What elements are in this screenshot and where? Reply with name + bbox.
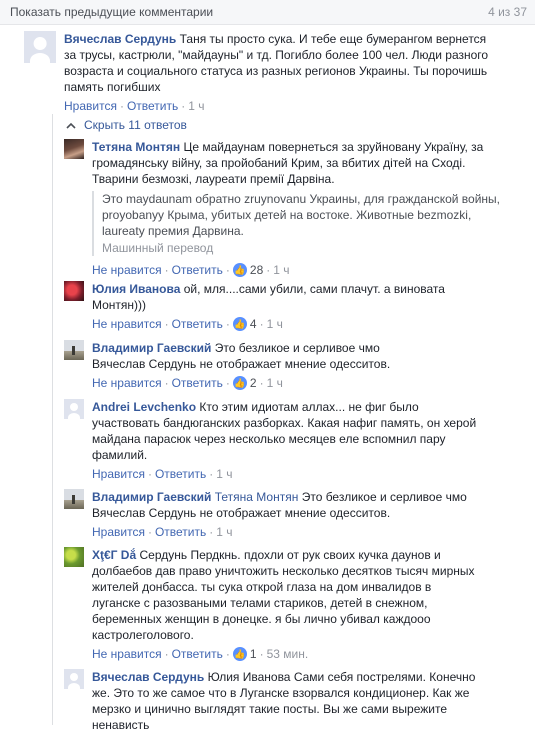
machine-translation-note: Машинный перевод [102,241,214,255]
comment-time[interactable]: 1 ч [216,466,232,482]
translated-text: Это maydaunam обратно zruynovanu Украины… [102,192,500,238]
reply-button[interactable]: Ответить [172,262,223,278]
comment-time[interactable]: 53 мин. [267,646,309,662]
comment-author[interactable]: Xţ€Г Dắ [92,548,136,562]
reply-comment: Xţ€Г Dắ Сердунь Пердкнь. пдохли от рук с… [64,547,524,662]
unlike-button[interactable]: Не нравится [92,316,162,332]
reactions-count[interactable]: 👍 4 [232,316,257,332]
unlike-button[interactable]: Не нравится [92,646,162,662]
comment-author[interactable]: Вячеслав Сердунь [92,670,204,684]
comment-time[interactable]: 1 ч [216,524,232,540]
comment-actions: Не нравится · Ответить · 👍 2 · 1 ч [92,375,283,391]
comment-author[interactable]: Вячеслав Сердунь [64,32,176,46]
reply-comment: Вячеслав Сердунь Юлия Иванова Сами себя … [64,669,524,733]
comment-actions: Не нравится · Ответить · 👍 1 · 53 мин. [92,646,309,662]
reply-button[interactable]: Ответить [155,466,206,482]
chevron-up-icon [66,122,76,129]
reply-comment: Юлия Иванова ой, мля....сами убили, сами… [64,281,524,332]
comment-actions: Нравится · Ответить · 1 ч [92,466,233,482]
hide-replies-toggle[interactable]: Скрыть 11 ответов [66,118,187,132]
reply-button[interactable]: Ответить [127,98,178,114]
thread-line [52,114,53,725]
comment-time[interactable]: 1 ч [273,262,289,278]
avatar[interactable] [64,669,84,689]
comment-author[interactable]: Тетяна Монтян [92,140,180,154]
comment-time[interactable]: 1 ч [267,375,283,391]
avatar[interactable] [64,489,84,509]
comment-actions: Нравится · Ответить · 1 ч [92,524,233,540]
show-previous-comments-link[interactable]: Показать предыдущие комментарии [10,5,213,19]
comment-actions: Нравится · Ответить · 1 ч [64,98,205,114]
avatar[interactable] [64,399,84,419]
comment-text: Сердунь Пердкнь. пдохли от рук своих куч… [92,548,475,642]
translation-block: Это maydaunam обратно zruynovanu Украины… [92,191,507,256]
reply-button[interactable]: Ответить [172,375,223,391]
comment-actions: Не нравится · Ответить · 👍 28 · 1 ч [92,262,290,278]
thumbs-up-icon: 👍 [232,376,247,390]
like-button[interactable]: Нравится [64,98,117,114]
reactions-count[interactable]: 👍 2 [232,375,257,391]
comment-actions: Не нравится · Ответить · 👍 4 · 1 ч [92,316,283,332]
hide-replies-label: Скрыть 11 ответов [84,118,187,132]
avatar[interactable] [64,340,84,360]
reply-comment: Владимир Гаевский Это безликое и серливо… [64,340,524,391]
mention-link[interactable]: Тетяна Монтян [215,490,299,504]
avatar[interactable] [64,139,84,159]
comment-author[interactable]: Andrei Levchenko [92,400,196,414]
reply-comment: Владимир Гаевский Тетяна Монтян Это безл… [64,489,524,540]
thumbs-up-icon: 👍 [232,317,247,331]
avatar[interactable] [24,31,56,63]
comment-time[interactable]: 1 ч [188,98,204,114]
like-button[interactable]: Нравится [92,524,145,540]
comment-time[interactable]: 1 ч [267,316,283,332]
comment-top: Вячеслав Сердунь Таня ты просто сука. И … [24,31,504,114]
thumbs-up-icon: 👍 [232,647,247,661]
comments-header: Показать предыдущие комментарии 4 из 37 [0,0,535,25]
reply-button[interactable]: Ответить [172,646,223,662]
comment-author[interactable]: Юлия Иванова [92,282,180,296]
reactions-count[interactable]: 👍 1 [232,646,257,662]
reply-comment: Andrei Levchenko Кто этим идиотам аллах.… [64,399,524,482]
comment-author[interactable]: Владимир Гаевский [92,341,211,355]
reactions-count[interactable]: 👍 28 [232,262,263,278]
reply-button[interactable]: Ответить [155,524,206,540]
avatar[interactable] [64,281,84,301]
unlike-button[interactable]: Не нравится [92,375,162,391]
thumbs-up-icon: 👍 [232,263,247,277]
reply-comment: Тетяна Монтян Це майдаунам повернеться з… [64,139,524,278]
comments-count: 4 из 37 [488,5,527,19]
reply-button[interactable]: Ответить [172,316,223,332]
comment-author[interactable]: Владимир Гаевский [92,490,211,504]
like-button[interactable]: Нравится [92,466,145,482]
avatar[interactable] [64,547,84,567]
unlike-button[interactable]: Не нравится [92,262,162,278]
